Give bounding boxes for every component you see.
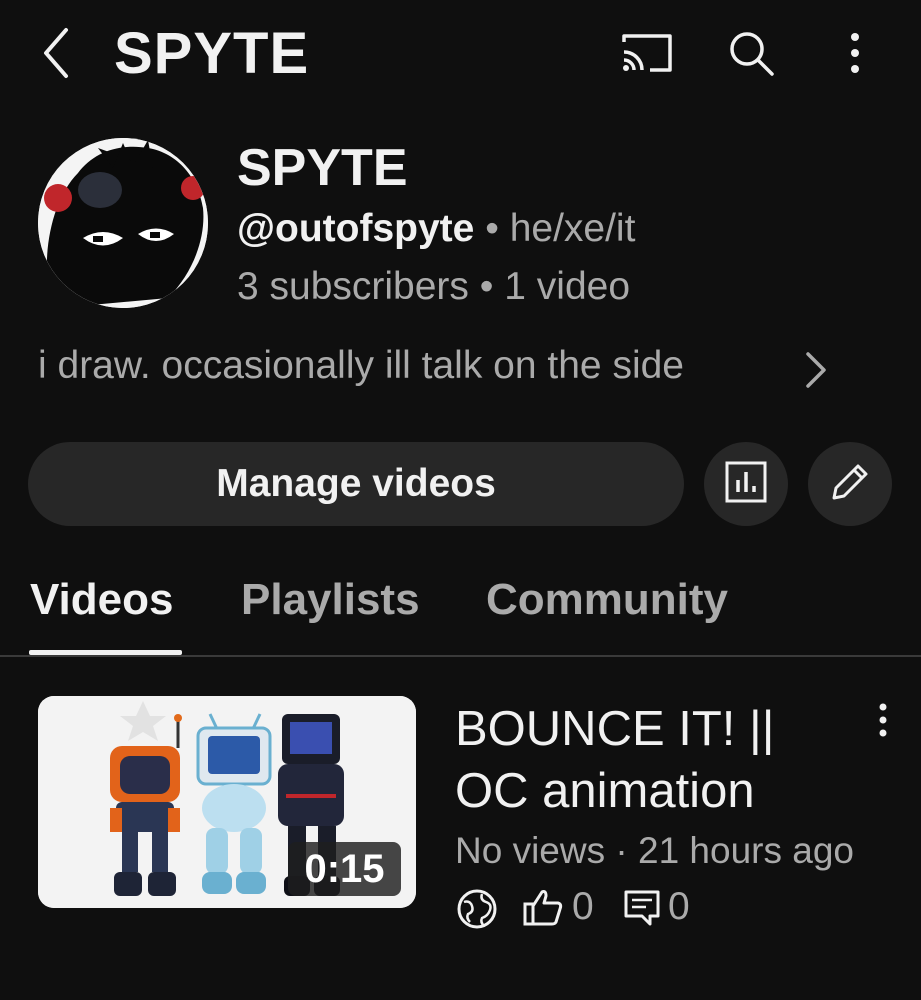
separator: • [468,265,505,308]
edit-button[interactable] [808,442,892,526]
analytics-button[interactable] [704,442,788,526]
globe-icon [456,888,498,930]
channel-description[interactable]: i draw. occasionally ill talk on the sid… [38,344,684,388]
separator: • [474,207,510,250]
meta-separator: · [605,830,638,871]
channel-stats-line: 3 subscribers • 1 video [237,265,630,309]
search-icon[interactable] [726,28,776,78]
video-views: No views [455,830,606,871]
cast-icon[interactable] [620,30,674,76]
tab-community[interactable]: Community [486,575,728,625]
active-tab-indicator [29,650,182,655]
comment-count: 0 [668,885,690,928]
video-title[interactable]: BOUNCE IT! || OC animation [455,698,855,822]
edit-pencil-icon [828,460,872,509]
channel-handle-line: @outofspyte • he/xe/it [237,207,635,251]
tab-divider [0,655,921,657]
channel-handle: @outofspyte [237,207,475,250]
video-count: 1 video [504,265,631,308]
chevron-right-icon[interactable] [800,348,834,392]
video-meta: No views · 21 hours ago [455,830,854,872]
back-icon[interactable] [38,26,78,80]
subscriber-count: 3 subscribers [237,265,469,308]
app-title: SPYTE [114,21,310,86]
analytics-icon [724,460,768,509]
manage-videos-button[interactable]: Manage videos [28,442,684,526]
video-duration-badge: 0:15 [288,842,401,896]
channel-name: SPYTE [237,139,408,197]
channel-avatar[interactable] [38,138,208,308]
like-count: 0 [572,885,594,928]
tab-playlists[interactable]: Playlists [241,575,420,625]
more-vertical-icon[interactable] [838,30,872,76]
comment-icon[interactable] [622,888,662,928]
video-age: 21 hours ago [638,830,855,871]
tab-videos[interactable]: Videos [30,575,173,625]
channel-pronouns: he/xe/it [509,207,636,250]
video-more-icon[interactable] [868,700,898,742]
like-icon[interactable] [522,886,564,928]
